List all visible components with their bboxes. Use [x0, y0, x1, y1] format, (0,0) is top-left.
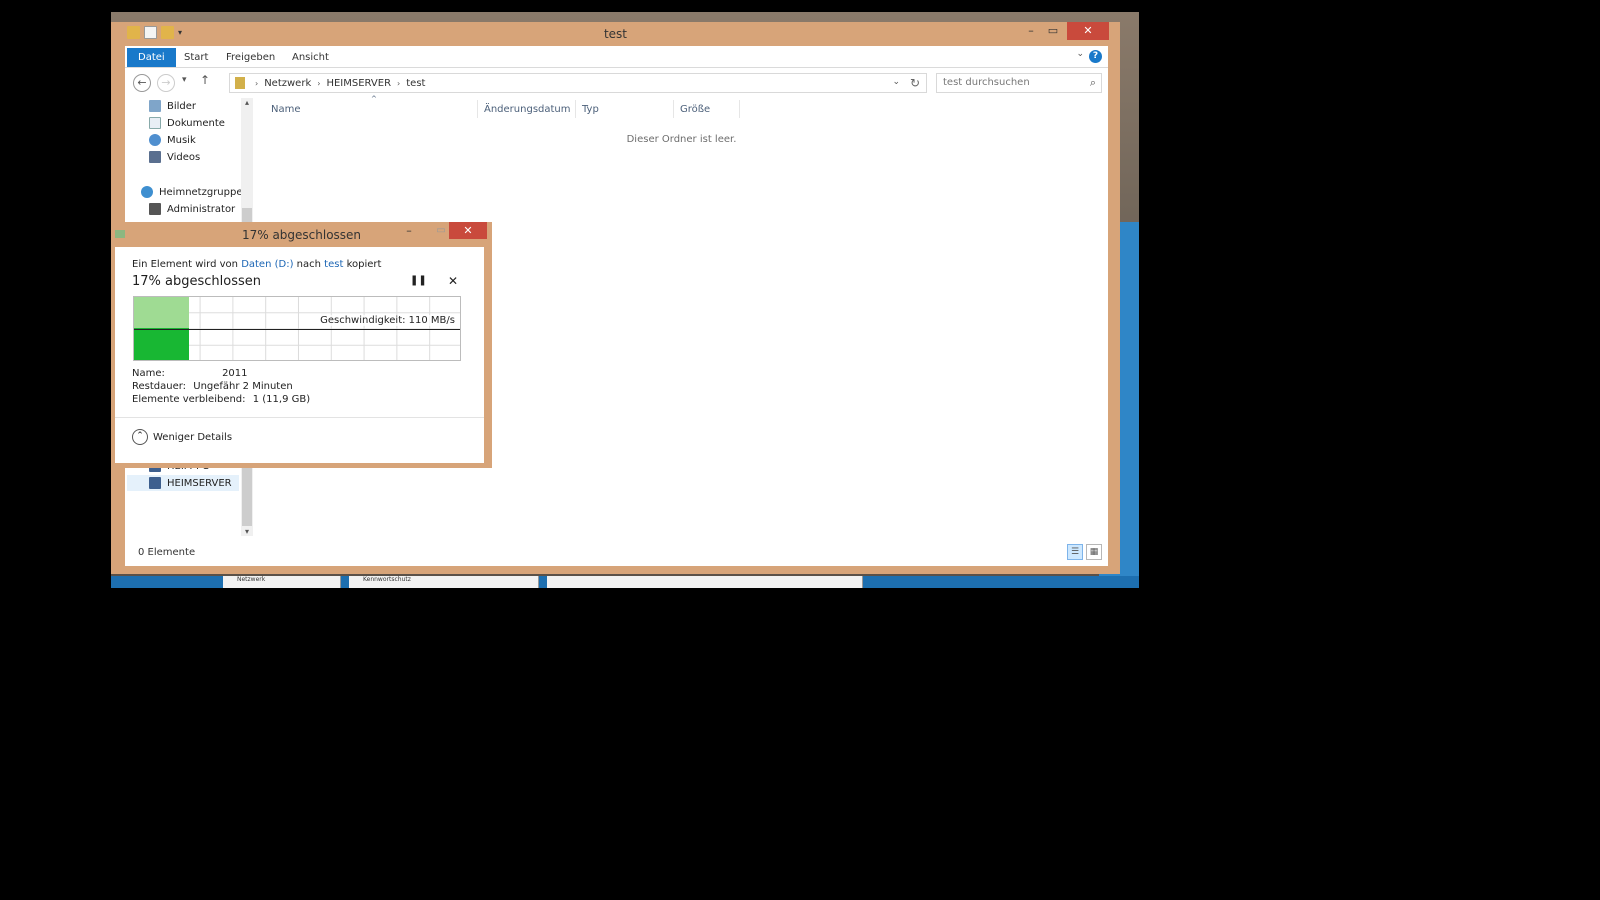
- progress-fill: [134, 328, 190, 360]
- taskbar-item-netzwerk[interactable]: Netzwerk: [223, 576, 341, 588]
- nav-item-bilder[interactable]: Bilder: [149, 98, 196, 114]
- column-header-size[interactable]: Größe: [680, 104, 710, 115]
- music-icon: [149, 134, 161, 146]
- breadcrumb-test[interactable]: test: [406, 78, 425, 89]
- chevron-right-icon[interactable]: ›: [317, 79, 320, 88]
- column-separator[interactable]: [673, 100, 674, 118]
- column-separator[interactable]: [477, 100, 478, 118]
- refresh-icon[interactable]: ↻: [910, 76, 920, 90]
- progress-fill-light: [134, 297, 190, 329]
- column-separator[interactable]: [739, 100, 740, 118]
- ribbon-expand-icon[interactable]: ⌄: [1076, 49, 1084, 59]
- tab-datei[interactable]: Datei: [127, 48, 176, 67]
- scroll-up-icon[interactable]: ▴: [241, 98, 253, 107]
- status-bar: 0 Elemente ☰ ▦: [125, 542, 1108, 564]
- forward-button[interactable]: →: [157, 74, 175, 92]
- documents-icon: [149, 117, 161, 129]
- progress-heading: 17% abgeschlossen: [132, 274, 262, 289]
- chevron-right-icon[interactable]: ›: [397, 79, 400, 88]
- dialog-minimize-button[interactable]: –: [397, 222, 421, 240]
- empty-folder-message: Dieser Ordner ist leer.: [626, 134, 737, 145]
- nav-item-videos[interactable]: Videos: [149, 149, 200, 165]
- taskbar-item-blank[interactable]: [547, 576, 863, 588]
- items-remaining-row: Elemente verbleibend: 1 (11,9 GB): [132, 394, 311, 405]
- chevron-right-icon[interactable]: ›: [255, 79, 258, 88]
- speed-label: Geschwindigkeit: 110 MB/s: [320, 315, 455, 326]
- nav-item-administrator[interactable]: Administrator: [149, 201, 235, 217]
- ribbon: Datei Start Freigeben Ansicht ⌄ ?: [125, 46, 1108, 68]
- less-details-button[interactable]: ⌃ Weniger Details: [132, 429, 232, 445]
- address-bar[interactable]: › Netzwerk › HEIMSERVER › test ⌄ ↻: [229, 73, 927, 93]
- scroll-down-icon[interactable]: ▾: [241, 527, 253, 536]
- window-title: test: [603, 27, 628, 41]
- tab-start[interactable]: Start: [173, 49, 219, 67]
- copy-description: Ein Element wird von Daten (D:) nach tes…: [132, 259, 382, 270]
- transfer-speed-graph: Geschwindigkeit: 110 MB/s: [133, 296, 461, 361]
- user-icon: [149, 203, 161, 215]
- divider: [115, 417, 484, 418]
- details-view-icon[interactable]: ☰: [1067, 544, 1083, 560]
- search-icon[interactable]: ⌕: [1090, 76, 1096, 90]
- speed-line: [134, 329, 460, 330]
- network-icon: [235, 77, 245, 89]
- column-header-name[interactable]: Name: [271, 104, 301, 115]
- videos-icon: [149, 151, 161, 163]
- help-icon[interactable]: ?: [1089, 50, 1102, 63]
- homegroup-icon: [141, 186, 153, 198]
- up-button[interactable]: ↑: [200, 73, 210, 87]
- destination-link[interactable]: test: [324, 259, 343, 270]
- column-header-type[interactable]: Typ: [582, 104, 599, 115]
- back-button[interactable]: ←: [133, 74, 151, 92]
- source-link[interactable]: Daten (D:): [241, 259, 293, 270]
- file-name-value: 2011: [222, 368, 248, 379]
- nav-item-heimnetzgruppe[interactable]: Heimnetzgruppe: [141, 184, 243, 200]
- nav-item-heimserver[interactable]: HEIMSERVER: [127, 475, 239, 491]
- large-icons-view-icon[interactable]: ▦: [1086, 544, 1102, 560]
- remaining-time-row: Restdauer: Ungefähr 2 Minuten: [132, 381, 293, 392]
- dialog-client: Ein Element wird von Daten (D:) nach tes…: [115, 247, 484, 463]
- dialog-close-button[interactable]: ✕: [449, 222, 487, 239]
- column-header-date[interactable]: Änderungsdatum: [484, 104, 571, 115]
- maximize-button[interactable]: ▭: [1040, 22, 1066, 40]
- taskbar: Netzwerk Kennwortschutz: [111, 576, 1139, 588]
- items-remaining-value: 1 (11,9 GB): [252, 394, 311, 405]
- column-separator[interactable]: [575, 100, 576, 118]
- item-count: 0 Elemente: [138, 547, 196, 558]
- search-input[interactable]: test durchsuchen ⌕: [936, 73, 1102, 93]
- file-name-row: Name: 2011: [132, 368, 248, 379]
- pictures-icon: [149, 100, 161, 112]
- copy-progress-dialog: 17% abgeschlossen – ▭ ✕ Ein Element wird…: [111, 222, 492, 468]
- computer-icon: [149, 477, 161, 489]
- explorer-titlebar[interactable]: ▾ test – ▭ ✕: [111, 22, 1120, 46]
- cancel-copy-icon[interactable]: ✕: [448, 274, 458, 288]
- nav-item-musik[interactable]: Musik: [149, 132, 196, 148]
- chevron-up-icon: ⌃: [132, 429, 148, 445]
- pause-icon[interactable]: ❚❚: [410, 275, 427, 286]
- sort-ascending-icon: ^: [371, 95, 377, 103]
- taskbar-item-kennwortschutz[interactable]: Kennwortschutz: [349, 576, 539, 588]
- breadcrumb-heimserver[interactable]: HEIMSERVER: [326, 78, 391, 89]
- nav-item-dokumente[interactable]: Dokumente: [149, 115, 225, 131]
- remaining-time-value: Ungefähr 2 Minuten: [193, 381, 293, 392]
- tab-freigeben[interactable]: Freigeben: [215, 49, 286, 67]
- navigation-bar: ← → ▾ ↑ › Netzwerk › HEIMSERVER › test ⌄…: [125, 69, 1108, 97]
- recent-locations-icon[interactable]: ▾: [182, 75, 187, 85]
- address-dropdown-icon[interactable]: ⌄: [892, 77, 900, 87]
- search-placeholder: test durchsuchen: [943, 77, 1030, 88]
- breadcrumb-netzwerk[interactable]: Netzwerk: [264, 78, 311, 89]
- close-button[interactable]: ✕: [1067, 22, 1109, 40]
- tab-ansicht[interactable]: Ansicht: [281, 49, 340, 67]
